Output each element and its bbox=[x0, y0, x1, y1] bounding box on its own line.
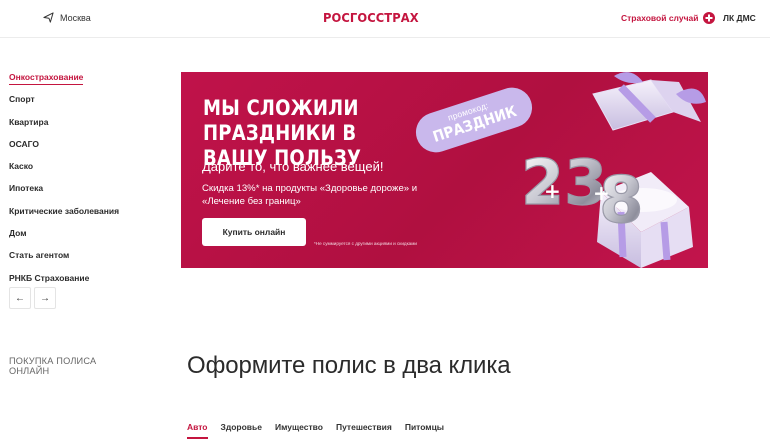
sidebar-item-become-agent[interactable]: Стать агентом bbox=[9, 244, 159, 266]
tab-health[interactable]: Здоровье bbox=[221, 422, 262, 439]
prev-arrow-button[interactable]: ← bbox=[9, 287, 31, 309]
top-header: Москва РОСГОССТРАХ Страховой случай ЛК Д… bbox=[0, 0, 770, 38]
sidebar-item-rnkb[interactable]: РНКБ Страхование bbox=[9, 267, 159, 289]
sidebar-item-label: Онкострахование bbox=[9, 71, 84, 85]
section-eyebrow: ПОКУПКА ПОЛИСА ОНЛАЙН bbox=[9, 356, 97, 376]
sidebar-item-oncology[interactable]: Онкострахование bbox=[9, 66, 159, 88]
banner-description: Скидка 13%* на продукты «Здоровье дороже… bbox=[202, 183, 418, 207]
sidebar-item-mortgage[interactable]: Ипотека bbox=[9, 177, 159, 199]
tab-property[interactable]: Имущество bbox=[275, 422, 323, 439]
policy-category-tabs: Авто Здоровье Имущество Путешествия Пито… bbox=[187, 422, 444, 439]
balloon-plus-right: + bbox=[593, 181, 610, 205]
arrow-right-icon: → bbox=[40, 292, 50, 304]
insurance-case-label: Страховой случай bbox=[621, 13, 699, 23]
banner-footnote: *Не суммируется с другими акциями и скид… bbox=[314, 241, 417, 246]
promo-banner[interactable]: МЫ СЛОЖИЛИ ПРАЗДНИКИ В ВАШУ ПОЛЬЗУ промо… bbox=[181, 72, 708, 268]
sidebar-item-critical-illness[interactable]: Критические заболевания bbox=[9, 200, 159, 222]
buy-online-button[interactable]: Купить онлайн bbox=[202, 218, 306, 246]
sidebar-item-sport[interactable]: Спорт bbox=[9, 88, 159, 110]
product-sidebar: Онкострахование Спорт Квартира ОСАГО Кас… bbox=[9, 66, 159, 289]
sidebar-item-osago[interactable]: ОСАГО bbox=[9, 133, 159, 155]
section-title: Оформите полис в два клика bbox=[187, 352, 511, 379]
navigation-arrow-icon bbox=[43, 12, 54, 23]
tab-auto[interactable]: Авто bbox=[187, 422, 208, 439]
dms-account-link[interactable]: ЛК ДМС bbox=[723, 13, 756, 23]
next-arrow-button[interactable]: → bbox=[34, 287, 56, 309]
sidebar-item-kasko[interactable]: Каско bbox=[9, 155, 159, 177]
arrow-left-icon: ← bbox=[15, 292, 25, 304]
silver-number-balloons: 23 8 + + bbox=[520, 145, 644, 238]
red-cross-icon bbox=[703, 12, 716, 24]
brand-logo[interactable]: РОСГОССТРАХ bbox=[323, 10, 419, 25]
banner-subtitle: Дарите то, что важнее вещей! bbox=[202, 159, 384, 174]
sidebar-pager: ← → bbox=[9, 287, 56, 309]
tab-pets[interactable]: Питомцы bbox=[405, 422, 444, 439]
sidebar-item-apartment[interactable]: Квартира bbox=[9, 111, 159, 133]
sidebar-item-house[interactable]: Дом bbox=[9, 222, 159, 244]
balloon-plus-left: + bbox=[544, 179, 561, 203]
tab-travel[interactable]: Путешествия bbox=[336, 422, 392, 439]
insurance-case-link[interactable]: Страховой случай bbox=[621, 12, 716, 24]
location-selector[interactable]: Москва bbox=[43, 12, 91, 23]
location-label: Москва bbox=[60, 12, 91, 23]
